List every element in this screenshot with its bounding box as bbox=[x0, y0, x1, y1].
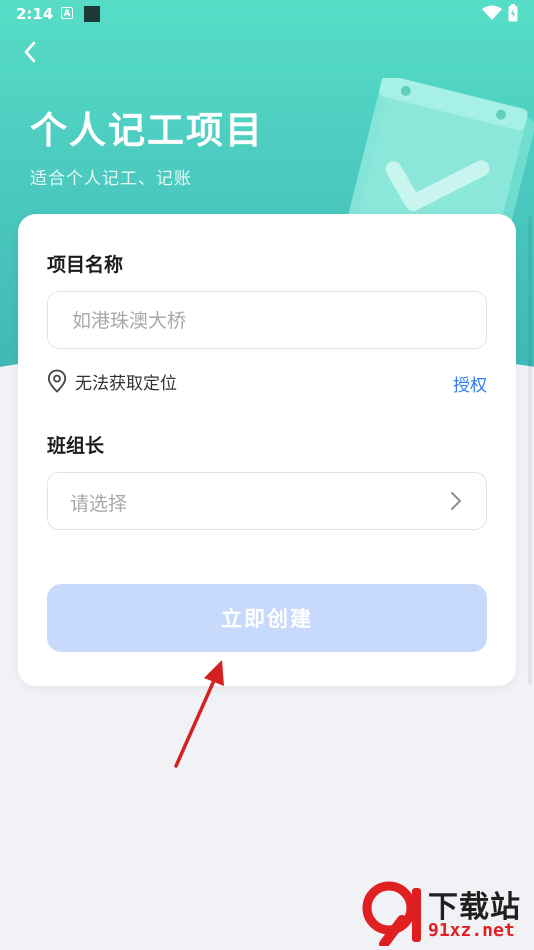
authorize-link[interactable]: 授权 bbox=[453, 371, 487, 396]
location-row: 无法获取定位 授权 bbox=[47, 368, 487, 396]
watermark-url: 91xz.net bbox=[428, 920, 515, 941]
team-leader-placeholder: 请选择 bbox=[70, 493, 128, 515]
watermark: 下载站 91xz.net bbox=[362, 880, 530, 946]
project-name-field[interactable] bbox=[47, 291, 487, 350]
team-leader-select[interactable]: 请选择 bbox=[47, 472, 487, 530]
back-arrow-icon[interactable] bbox=[18, 38, 46, 66]
page-subtitle: 适合个人记工、记账 bbox=[30, 169, 192, 189]
create-project-card: 项目名称 无法获取定位 授权 班组长 请选择 立即创建 bbox=[18, 214, 516, 686]
location-status-text: 无法获取定位 bbox=[75, 374, 177, 394]
project-name-label: 项目名称 bbox=[47, 254, 124, 276]
notification-square-icon bbox=[84, 6, 100, 22]
battery-icon bbox=[508, 4, 518, 22]
status-time: 2:14 bbox=[16, 5, 54, 23]
red-pointer-arrow-icon bbox=[174, 660, 224, 768]
team-leader-label: 班组长 bbox=[47, 435, 105, 457]
project-name-input[interactable] bbox=[70, 292, 464, 350]
chevron-right-icon bbox=[451, 492, 461, 510]
status-bar: 2:14 A bbox=[0, 0, 534, 28]
watermark-logo-icon bbox=[362, 881, 421, 946]
notification-a-icon: A bbox=[61, 7, 73, 19]
page-title: 个人记工项目 bbox=[30, 109, 264, 152]
create-now-button[interactable]: 立即创建 bbox=[47, 584, 487, 652]
scrollbar[interactable] bbox=[528, 215, 532, 685]
location-pin-icon bbox=[47, 369, 67, 393]
wifi-icon bbox=[482, 5, 502, 20]
